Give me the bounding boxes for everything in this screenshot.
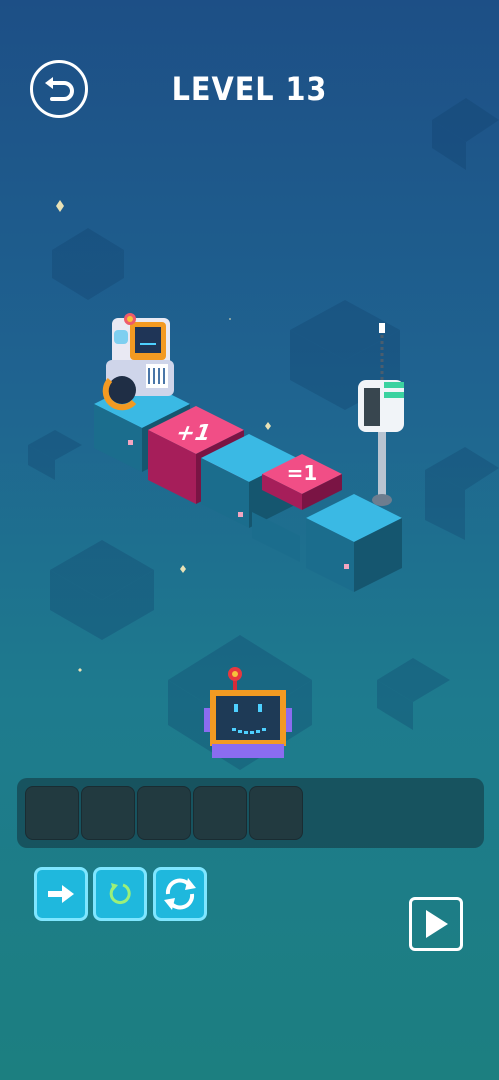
play-icon: [426, 910, 448, 938]
move-forward-button[interactable]: [34, 867, 88, 921]
robot-with-flower-icon: [102, 313, 174, 411]
program-slot-3[interactable]: [137, 786, 191, 840]
repeat-cycle-icon: [164, 878, 196, 910]
loop-button[interactable]: [153, 867, 207, 921]
right-arrow-icon: [48, 885, 74, 903]
svg-text:=1: =1: [287, 461, 318, 485]
play-button[interactable]: [409, 897, 463, 951]
program-tray[interactable]: [17, 778, 484, 848]
turn-button[interactable]: [93, 867, 147, 921]
program-slot-4[interactable]: [193, 786, 247, 840]
program-slot-2[interactable]: [81, 786, 135, 840]
game-board: +1 =1: [28, 98, 499, 770]
program-slot-5[interactable]: [249, 786, 303, 840]
rotate-icon: [109, 883, 131, 905]
program-slot-1[interactable]: [25, 786, 79, 840]
